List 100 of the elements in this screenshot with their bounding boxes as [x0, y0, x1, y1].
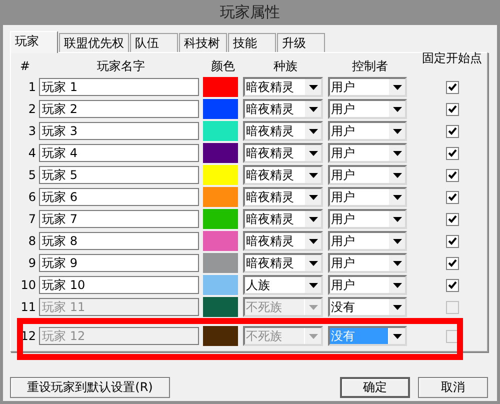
race-dropdown[interactable]: 暗夜精灵 [243, 99, 323, 119]
tab[interactable]: 玩家 [10, 31, 58, 53]
caret-icon [388, 299, 405, 315]
caret-icon [304, 328, 321, 344]
row-number: 3 [27, 124, 37, 138]
caret-icon [388, 189, 405, 205]
name-field[interactable]: 玩家 7 [39, 210, 199, 228]
checkbox[interactable] [446, 102, 458, 116]
row-number: 1 [27, 80, 37, 94]
caret-icon [388, 101, 405, 117]
tab[interactable]: 技能 [228, 33, 276, 52]
name-field[interactable]: 玩家 4 [39, 144, 199, 162]
checkbox[interactable] [446, 80, 458, 94]
color-swatch[interactable] [203, 99, 238, 119]
row-number: 6 [27, 190, 37, 204]
color-swatch[interactable] [203, 275, 238, 295]
race-dropdown[interactable]: 暗夜精灵 [243, 77, 323, 97]
caret-icon [388, 145, 405, 161]
checkbox[interactable] [446, 256, 458, 270]
caret-icon [304, 211, 321, 227]
caret-icon [388, 79, 405, 95]
name-field[interactable]: 玩家 2 [39, 100, 199, 118]
column-header: 种族 [272, 58, 298, 74]
cancel-button[interactable]: 取消 [418, 377, 488, 398]
controller-dropdown[interactable]: 用户 [328, 209, 407, 229]
controller-dropdown[interactable]: 用户 [328, 99, 407, 119]
race-dropdown[interactable]: 人族 [243, 275, 323, 295]
race-dropdown[interactable]: 暗夜精灵 [243, 143, 323, 163]
race-dropdown[interactable]: 暗夜精灵 [243, 209, 323, 229]
color-swatch[interactable] [203, 253, 238, 273]
column-header: 颜色 [210, 58, 236, 74]
ok-button[interactable]: 确定 [340, 377, 410, 398]
caret-icon [304, 167, 321, 183]
row-number: 2 [27, 102, 37, 116]
name-field[interactable]: 玩家 9 [39, 254, 199, 272]
race-dropdown[interactable]: 暗夜精灵 [243, 253, 323, 273]
checkbox[interactable] [446, 168, 458, 182]
caret-icon [304, 189, 321, 205]
caret-icon [304, 233, 321, 249]
caret-icon [304, 255, 321, 271]
caret-icon [388, 123, 405, 139]
caret-icon [304, 123, 321, 139]
row-number: 11 [20, 300, 37, 314]
caret-icon [304, 299, 321, 315]
row-number: 7 [27, 212, 37, 226]
checkbox[interactable] [446, 124, 458, 138]
controller-dropdown[interactable]: 用户 [328, 77, 407, 97]
color-swatch[interactable] [203, 187, 238, 207]
name-field[interactable]: 玩家 1 [39, 78, 199, 96]
name-field[interactable]: 玩家 10 [39, 276, 199, 294]
caret-icon [304, 277, 321, 293]
caret-icon [388, 167, 405, 183]
checkbox[interactable] [446, 212, 458, 226]
color-swatch[interactable] [203, 121, 238, 141]
controller-dropdown[interactable]: 用户 [328, 187, 407, 207]
controller-dropdown[interactable]: 用户 [328, 143, 407, 163]
name-field[interactable]: 玩家 3 [39, 122, 199, 140]
tab[interactable]: 升级 [277, 33, 325, 52]
checkbox[interactable] [446, 190, 458, 204]
color-swatch[interactable] [203, 143, 238, 163]
row-number: 4 [27, 146, 37, 160]
row-number: 9 [27, 256, 37, 270]
color-swatch[interactable] [203, 209, 238, 229]
caret-icon [304, 79, 321, 95]
controller-dropdown[interactable]: 用户 [328, 231, 407, 251]
color-swatch[interactable] [203, 231, 238, 251]
caret-icon [388, 233, 405, 249]
caret-icon [388, 277, 405, 293]
column-header: 玩家名字 [96, 58, 146, 74]
name-field[interactable]: 玩家 6 [39, 188, 199, 206]
color-swatch[interactable] [203, 77, 238, 97]
reset-button[interactable]: 重设玩家到默认设置(R) [10, 377, 170, 398]
checkbox[interactable] [446, 234, 458, 248]
column-header: # [18, 59, 32, 73]
race-dropdown[interactable]: 暗夜精灵 [243, 165, 323, 185]
race-dropdown[interactable]: 暗夜精灵 [243, 231, 323, 251]
caret-icon [388, 211, 405, 227]
caret-icon [304, 101, 321, 117]
caret-icon [388, 255, 405, 271]
name-field[interactable]: 玩家 5 [39, 166, 199, 184]
caret-icon [304, 145, 321, 161]
row-number: 10 [20, 278, 37, 292]
column-header: 控制者 [351, 58, 389, 74]
window-title: 玩家属性 [220, 3, 280, 22]
name-field[interactable]: 玩家 8 [39, 232, 199, 250]
row-number: 5 [27, 168, 37, 182]
checkbox[interactable] [446, 278, 458, 292]
race-dropdown[interactable]: 暗夜精灵 [243, 187, 323, 207]
column-header: 固定开始点 [421, 50, 483, 66]
tab[interactable]: 科技树 [179, 33, 227, 52]
row-number: 8 [27, 234, 37, 248]
controller-dropdown[interactable]: 用户 [328, 275, 407, 295]
race-dropdown[interactable]: 暗夜精灵 [243, 121, 323, 141]
tab[interactable]: 联盟优先权 [59, 33, 129, 52]
checkbox[interactable] [446, 146, 458, 160]
color-swatch[interactable] [203, 165, 238, 185]
controller-dropdown[interactable]: 用户 [328, 253, 407, 273]
tab[interactable]: 队伍 [130, 33, 178, 52]
controller-dropdown[interactable]: 用户 [328, 165, 407, 185]
controller-dropdown[interactable]: 用户 [328, 121, 407, 141]
